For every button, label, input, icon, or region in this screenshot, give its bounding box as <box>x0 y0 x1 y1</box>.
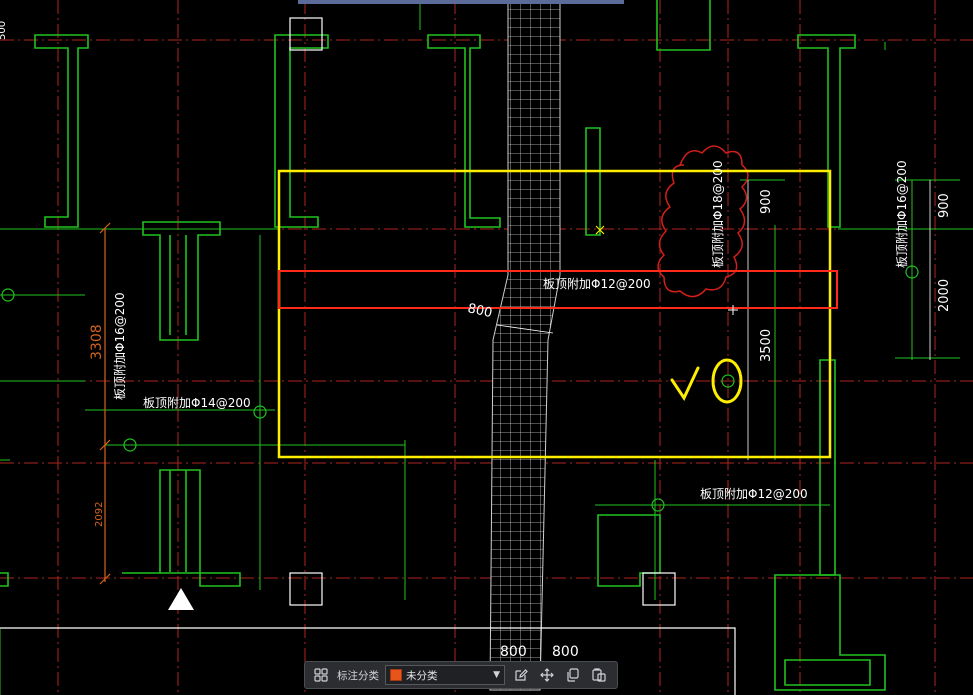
annotation-toolbar: 标注分类 未分类 ▼ <box>304 661 618 689</box>
copy-icon[interactable] <box>563 665 583 685</box>
dim-800-bottom-a: 800 <box>500 644 527 660</box>
edit-icon[interactable] <box>511 665 531 685</box>
dim-800-diagonal: 800 <box>466 301 493 321</box>
dim-800-bottom-b: 800 <box>552 644 579 660</box>
paste-icon[interactable] <box>589 665 609 685</box>
chevron-down-icon: ▼ <box>493 670 500 680</box>
category-label: 标注分类 <box>337 669 379 682</box>
revision-cloud <box>657 145 749 298</box>
brick-strip <box>489 0 561 691</box>
grid-icon[interactable] <box>311 665 331 685</box>
axis-bubbles <box>1 265 919 512</box>
dim-3308: 3308 <box>89 324 105 360</box>
top-window-edge <box>298 0 624 4</box>
reinforcement-lines <box>0 0 973 600</box>
dim-corner: 500 <box>0 21 8 40</box>
dim-900-right: 900 <box>937 193 952 218</box>
category-color-swatch <box>390 669 402 681</box>
rebar-label-bottom-right: 板顶附加Φ12@200 <box>700 487 808 501</box>
dim-3500: 3500 <box>759 329 774 362</box>
dim-2000-right: 2000 <box>937 279 952 312</box>
dim-2092: 2092 <box>94 502 105 527</box>
wall-outlines <box>0 0 886 691</box>
rebar-label-cloud: 板顶附加Φ18@200 <box>711 160 725 268</box>
mark-triangle <box>168 588 194 610</box>
category-value: 未分类 <box>406 669 438 682</box>
rebar-label-top-right: 板顶附加Φ16@200 <box>895 160 909 268</box>
rebar-label-left-vertical: 板顶附加Φ16@200 <box>113 292 127 400</box>
column-boxes <box>0 17 736 695</box>
plus-marker <box>728 305 738 315</box>
rebar-label-red-band: 板顶附加Φ12@200 <box>543 277 651 291</box>
axis-grid <box>0 0 973 695</box>
move-icon[interactable] <box>537 665 557 685</box>
cad-drawing-canvas[interactable]: 板顶附加Φ12@200 板顶附加Φ14@200 板顶附加Φ12@200 板顶附加… <box>0 0 973 695</box>
category-dropdown[interactable]: 未分类 ▼ <box>385 665 505 685</box>
dim-900-upper: 900 <box>759 189 774 214</box>
left-dimension-line <box>99 222 111 585</box>
rebar-label-left-horizontal: 板顶附加Φ14@200 <box>143 396 251 410</box>
